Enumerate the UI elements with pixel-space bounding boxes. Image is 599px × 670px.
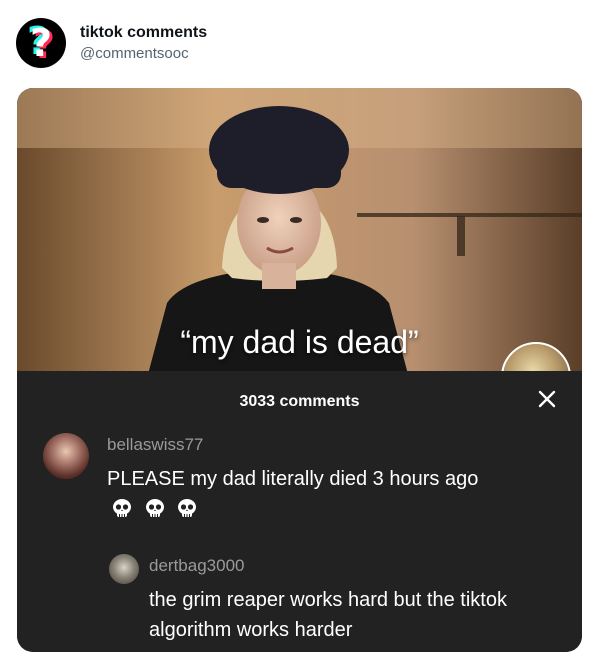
account-handle[interactable]: @commentsooc: [80, 45, 207, 62]
close-icon[interactable]: [535, 387, 559, 411]
account-names: tiktok comments @commentsooc: [80, 24, 207, 62]
comment-username[interactable]: bellaswiss77: [107, 435, 203, 455]
comment-body: PLEASE my dad literally died 3 hours ago: [107, 468, 479, 490]
skull-emoji-group: [111, 494, 203, 523]
skull-emoji: [178, 498, 197, 517]
reply-avatar[interactable]: [109, 554, 139, 584]
tweet-media[interactable]: “my dad is dead” 3033 comments bellaswis…: [17, 88, 582, 652]
display-name[interactable]: tiktok comments: [80, 24, 207, 42]
account-avatar[interactable]: ? ? ?: [16, 18, 66, 68]
reply-username[interactable]: dertbag3000: [149, 556, 244, 576]
comments-panel: 3033 comments bellaswiss77 PLEASE my dad…: [17, 371, 582, 652]
video-caption: “my dad is dead”: [180, 324, 419, 360]
reply-text: the grim reaper works hard but the tikto…: [149, 589, 507, 641]
comment-count-title: 3033 comments: [239, 393, 360, 410]
tweet-header: ? ? ? tiktok comments @commentsooc: [16, 18, 207, 68]
question-mark-icon: ?: [29, 21, 53, 65]
skull-emoji: [145, 498, 164, 517]
commenter-avatar[interactable]: [43, 433, 89, 479]
skull-emoji: [113, 498, 131, 517]
comment-text: PLEASE my dad literally died 3 hours ago: [107, 465, 507, 523]
